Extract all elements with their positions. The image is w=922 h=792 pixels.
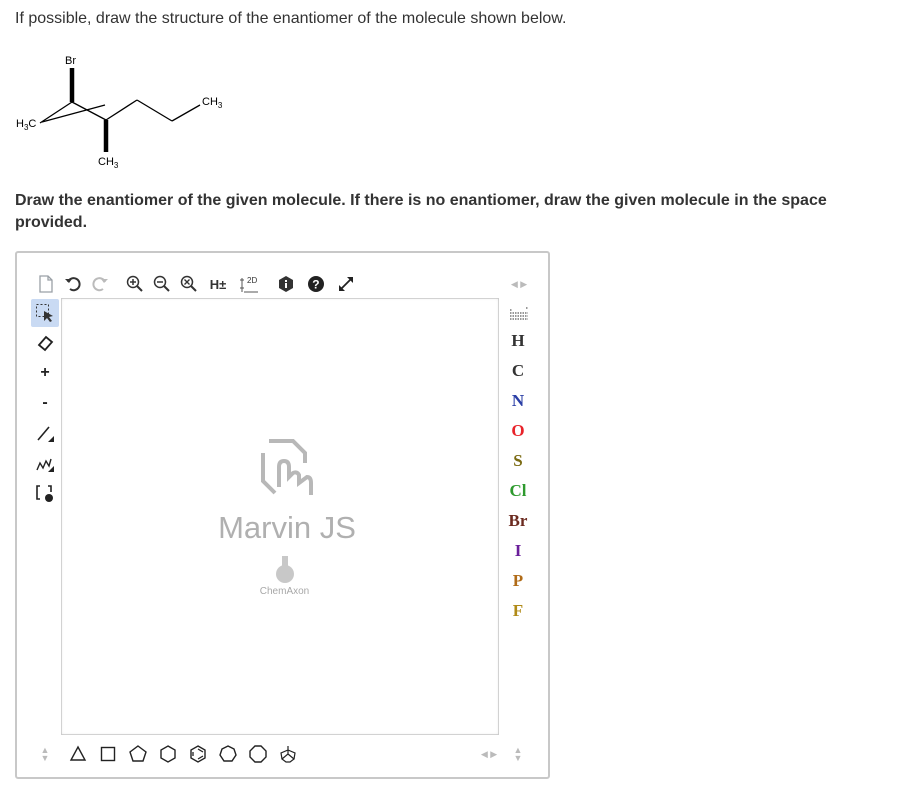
cyclopropane-template[interactable] <box>67 743 89 765</box>
h3c-label: H3C <box>16 118 36 132</box>
template-scroll-arrows[interactable]: ◀ ▶ <box>477 743 501 765</box>
molecule-structure: Br H3C CH3 CH3 <box>16 55 223 170</box>
info-icon[interactable] <box>275 273 297 295</box>
atom-c-button[interactable]: C <box>505 359 531 383</box>
clean-2d-button[interactable]: 2D <box>239 273 261 295</box>
cycloheptane-template[interactable] <box>217 743 239 765</box>
atom-cl-button[interactable]: Cl <box>505 479 531 503</box>
atom-br-button[interactable]: Br <box>505 509 531 533</box>
marvin-logo-title: Marvin JS <box>218 510 356 545</box>
question-text: If possible, draw the structure of the e… <box>15 10 567 27</box>
chain-tool[interactable] <box>34 452 56 474</box>
instructions-text: Draw the enantiomer of the given molecul… <box>15 192 827 231</box>
cyclobutane-template[interactable] <box>97 743 119 765</box>
atom-f-button[interactable]: F <box>505 599 531 623</box>
bicyclic-template[interactable] <box>277 743 299 765</box>
increase-charge-button[interactable]: + <box>34 362 56 384</box>
chemaxon-label: ChemAxon <box>259 586 310 597</box>
marvin-editor: H± 2D ? ◀ ▶ + - ▲ ▼ Marvin JS ChemAxon H… <box>15 251 550 779</box>
toolbar-scroll-arrows[interactable]: ◀ ▶ <box>507 273 531 295</box>
svg-text:?: ? <box>312 278 319 292</box>
atom-s-button[interactable]: S <box>505 449 531 473</box>
clean-2d-label: 2D <box>247 276 257 285</box>
select-tool[interactable] <box>31 299 59 327</box>
undo-icon[interactable] <box>62 273 84 295</box>
br-label: Br <box>65 55 76 67</box>
eraser-icon[interactable] <box>34 332 56 354</box>
left-toolbar-scroll-arrows[interactable]: ▲ ▼ <box>34 743 56 765</box>
ch3-bottom-label: CH3 <box>98 156 119 170</box>
hydrogens-button[interactable]: H± <box>205 273 231 295</box>
zoom-out-icon[interactable] <box>151 273 173 295</box>
atom-n-button[interactable]: N <box>505 389 531 413</box>
atom-toolbar-scroll-arrows[interactable]: ▲ ▼ <box>507 743 529 765</box>
new-document-icon[interactable] <box>35 273 57 295</box>
cyclohexane-template[interactable] <box>157 743 179 765</box>
chemaxon-flask-icon <box>276 556 294 583</box>
atom-p-button[interactable]: P <box>505 569 531 593</box>
clear-icon[interactable] <box>178 273 200 295</box>
zoom-in-icon[interactable] <box>124 273 146 295</box>
ch3-top-label: CH3 <box>202 96 223 110</box>
atom-o-button[interactable]: O <box>505 419 531 443</box>
cyclopentane-template[interactable] <box>127 743 149 765</box>
atom-h-button[interactable]: H <box>505 329 531 353</box>
benzene-template[interactable] <box>187 743 209 765</box>
marvin-logo-icon <box>261 439 313 495</box>
help-icon[interactable]: ? <box>305 273 327 295</box>
atom-i-button[interactable]: I <box>505 539 531 563</box>
cyclooctane-template[interactable] <box>247 743 269 765</box>
periodic-table-icon[interactable] <box>507 303 531 325</box>
decrease-charge-button[interactable]: - <box>34 392 56 414</box>
fullscreen-icon[interactable] <box>335 273 357 295</box>
single-bond-tool[interactable] <box>34 422 56 444</box>
redo-icon[interactable] <box>89 273 111 295</box>
bracket-tool[interactable] <box>34 482 56 504</box>
